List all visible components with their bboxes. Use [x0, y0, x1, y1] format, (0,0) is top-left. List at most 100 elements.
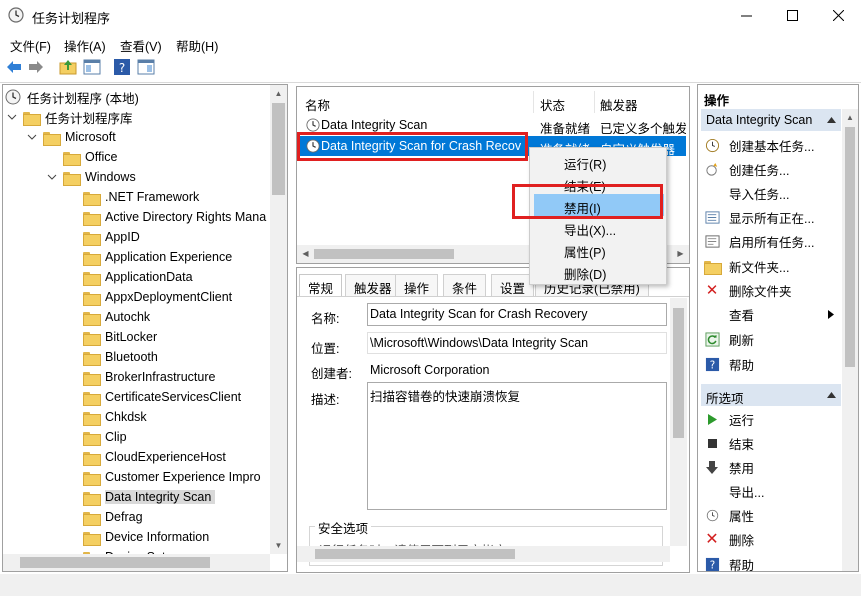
tree-vertical-scrollbar[interactable]: ▲ ▼: [270, 85, 287, 554]
minimize-icon: [740, 15, 752, 17]
ctx-run[interactable]: 运行(R): [534, 150, 664, 172]
scroll-thumb[interactable]: [845, 127, 855, 367]
action-delete-folder[interactable]: ✕ 删除文件夹: [704, 280, 792, 300]
action-enable-history[interactable]: 启用所有任务...: [704, 231, 814, 251]
action-end[interactable]: 结束: [704, 433, 754, 453]
action-import-task[interactable]: 导入任务...: [704, 183, 789, 203]
tree-folder-item[interactable]: BrokerInfrastructure: [83, 367, 215, 387]
action-label: 禁用: [729, 461, 755, 476]
actions-section-task[interactable]: Data Integrity Scan: [701, 109, 841, 131]
scroll-up-arrow-icon[interactable]: ▲: [842, 109, 858, 126]
action-display-running[interactable]: 显示所有正在...: [704, 207, 814, 227]
action-delete[interactable]: ✕ 删除: [704, 529, 754, 549]
column-separator[interactable]: [594, 91, 595, 113]
tree-folder-item[interactable]: Chkdsk: [83, 407, 147, 427]
scroll-left-arrow-icon[interactable]: ◀: [297, 245, 314, 262]
tree-folder-item[interactable]: Bluetooth: [83, 347, 158, 367]
ctx-delete[interactable]: 删除(D): [534, 260, 664, 282]
action-refresh[interactable]: 刷新: [704, 329, 754, 349]
folder-icon: [83, 191, 101, 206]
scroll-thumb[interactable]: [315, 549, 515, 559]
action-new-folder[interactable]: 新文件夹...: [704, 256, 789, 276]
tree-folder-item[interactable]: .NET Framework: [83, 187, 199, 207]
scroll-thumb[interactable]: [673, 308, 684, 438]
clock-icon: [8, 7, 24, 23]
action-label: 运行: [729, 413, 755, 428]
tab-actions[interactable]: 操作: [395, 274, 439, 296]
up-folder-icon[interactable]: [59, 58, 77, 76]
maximize-button[interactable]: [769, 0, 815, 31]
forward-arrow-icon[interactable]: [27, 58, 45, 76]
actions-section-selected[interactable]: 所选项: [701, 384, 841, 406]
action-disable[interactable]: 禁用: [704, 457, 754, 477]
tree-folder-item[interactable]: Autochk: [83, 307, 150, 327]
column-header-status[interactable]: 状态: [540, 95, 565, 114]
help-icon[interactable]: ?: [113, 58, 131, 76]
ctx-export[interactable]: 导出(X)...: [534, 216, 664, 238]
tree-library-label: 任务计划程序库: [45, 111, 133, 126]
scroll-down-arrow-icon[interactable]: ▼: [270, 537, 287, 554]
folder-icon: [83, 311, 101, 326]
close-icon: [832, 10, 844, 21]
chevron-down-icon[interactable]: [47, 172, 57, 182]
actions-vertical-scrollbar[interactable]: ▲: [842, 109, 858, 571]
action-run[interactable]: 运行: [704, 409, 754, 429]
show-hide-action-pane-icon[interactable]: [137, 58, 155, 76]
tree-folder-item[interactable]: Customer Experience Impro: [83, 467, 261, 487]
action-create-task[interactable]: 创建任务...: [704, 159, 789, 179]
close-button[interactable]: [815, 0, 861, 31]
description-field[interactable]: 扫描容错卷的快速崩溃恢复: [367, 382, 667, 510]
scroll-thumb[interactable]: [272, 103, 285, 195]
tree-folder-item[interactable]: BitLocker: [83, 327, 157, 347]
tree-folder-item[interactable]: Data Integrity Scan: [83, 487, 216, 507]
chevron-down-icon[interactable]: [7, 112, 17, 122]
back-arrow-icon[interactable]: [5, 58, 23, 76]
tree-folder-item[interactable]: Defrag: [83, 507, 143, 527]
action-properties[interactable]: 属性: [704, 505, 754, 525]
detail-horizontal-scrollbar[interactable]: [297, 546, 670, 562]
tab-conditions[interactable]: 条件: [443, 274, 487, 296]
tree-folder-item[interactable]: Clip: [83, 427, 127, 447]
action-create-basic-task[interactable]: 创建基本任务...: [704, 135, 814, 155]
tab-triggers[interactable]: 触发器: [345, 274, 401, 296]
name-field[interactable]: Data Integrity Scan for Crash Recovery: [367, 303, 667, 326]
tree-office[interactable]: Office: [63, 147, 117, 167]
tree-folder-item[interactable]: CertificateServicesClient: [83, 387, 241, 407]
action-help-selected[interactable]: ? 帮助: [704, 554, 754, 574]
action-label: 属性: [729, 509, 755, 524]
scroll-up-arrow-icon[interactable]: ▲: [270, 85, 287, 102]
scroll-thumb[interactable]: [20, 557, 210, 568]
collapse-arrow-icon[interactable]: [827, 117, 836, 123]
tab-settings[interactable]: 设置: [491, 274, 535, 296]
show-hide-tree-icon[interactable]: [83, 58, 101, 76]
collapse-arrow-icon[interactable]: [827, 392, 836, 398]
tree-microsoft-label: Microsoft: [65, 130, 116, 144]
tree-folder-item[interactable]: AppxDeploymentClient: [83, 287, 232, 307]
column-header-name[interactable]: 名称: [305, 95, 330, 114]
tree-folder-item[interactable]: CloudExperienceHost: [83, 447, 226, 467]
tree-microsoft[interactable]: Microsoft: [27, 127, 116, 147]
tree-folder-item[interactable]: Device Information: [83, 527, 209, 547]
scroll-thumb[interactable]: [314, 249, 454, 259]
tree-folder-item[interactable]: Active Directory Rights Mana: [83, 207, 266, 227]
tree-root[interactable]: 任务计划程序 (本地): [5, 87, 139, 107]
ctx-properties[interactable]: 属性(P): [534, 238, 664, 260]
tab-general[interactable]: 常规: [299, 274, 343, 296]
action-help[interactable]: ? 帮助: [704, 354, 754, 374]
tree-windows[interactable]: Windows: [47, 167, 136, 187]
tree-folder-item[interactable]: Application Experience: [83, 247, 232, 267]
column-separator[interactable]: [533, 91, 534, 113]
detail-vertical-scrollbar[interactable]: [670, 298, 687, 546]
column-header-trigger[interactable]: 触发器: [600, 95, 638, 114]
tree-folder-item[interactable]: AppID: [83, 227, 140, 247]
action-view[interactable]: 查看: [704, 304, 834, 324]
task-trigger: 已定义多个触发: [600, 122, 686, 136]
action-export[interactable]: 导出...: [704, 481, 764, 501]
minimize-button[interactable]: [723, 0, 769, 31]
chevron-down-icon[interactable]: [27, 132, 37, 142]
run-icon: [704, 411, 720, 427]
tree-folder-item[interactable]: ApplicationData: [83, 267, 193, 287]
tree-library[interactable]: 任务计划程序库: [7, 107, 133, 127]
tree-horizontal-scrollbar[interactable]: [3, 554, 270, 571]
scroll-right-arrow-icon[interactable]: ▶: [672, 245, 689, 262]
